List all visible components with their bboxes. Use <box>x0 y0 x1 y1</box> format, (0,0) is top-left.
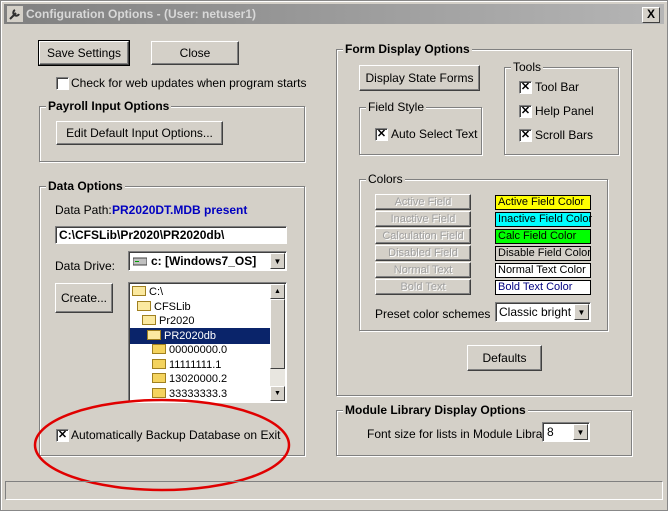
save-settings-button[interactable]: Save Settings <box>38 40 130 66</box>
module-library-title: Module Library Display Options <box>343 403 528 417</box>
field-style-title: Field Style <box>366 100 427 114</box>
directory-name: Pr2020 <box>159 315 195 327</box>
scroll-bars-checkbox[interactable]: ✕ <box>519 129 532 142</box>
title-bar[interactable]: Configuration Options - (User: netuser1)… <box>4 4 664 24</box>
folder-icon <box>137 300 151 311</box>
data-path-label: Data Path: <box>55 203 112 217</box>
scroll-up-icon[interactable]: ▲ <box>270 284 285 299</box>
color-button-inactive-field[interactable]: Inactive Field <box>375 211 471 227</box>
folder-icon <box>147 329 161 340</box>
preset-schemes-select[interactable]: Classic bright ▼ <box>495 302 591 322</box>
folder-icon <box>142 315 156 325</box>
color-button-normal-text[interactable]: Normal Text <box>375 262 471 278</box>
color-button-bold-text[interactable]: Bold Text <box>375 279 471 295</box>
data-drive-select[interactable]: c: [Windows7_OS] ▼ <box>128 251 287 271</box>
data-path-value: C:\CFSLib\Pr2020\PR2020db\ <box>59 228 225 242</box>
data-path-status: PR2020DT.MDB present <box>112 203 248 217</box>
directory-name: C:\ <box>149 286 164 298</box>
close-button[interactable]: Close <box>151 41 239 65</box>
data-options-title: Data Options <box>46 179 125 193</box>
auto-select-text-label: Auto Select Text <box>391 127 478 141</box>
color-button-disabled-field[interactable]: Disabled Field <box>375 245 471 261</box>
folder-icon <box>152 358 166 369</box>
color-swatch: Active Field Color <box>495 195 591 210</box>
folder-icon <box>152 344 166 354</box>
module-font-size-label: Font size for lists in Module Library <box>367 427 553 441</box>
folder-icon <box>132 286 146 296</box>
data-path-input[interactable]: C:\CFSLib\Pr2020\PR2020db\ <box>55 226 287 244</box>
module-font-size-value: 8 <box>547 425 554 439</box>
configuration-window: Configuration Options - (User: netuser1)… <box>0 0 668 511</box>
auto-select-text-checkbox[interactable]: ✕ <box>375 128 388 141</box>
color-button-calculation-field[interactable]: Calculation Field <box>375 228 471 244</box>
help-panel-label: Help Panel <box>535 104 594 118</box>
defaults-button[interactable]: Defaults <box>467 345 542 371</box>
create-button[interactable]: Create... <box>55 283 113 313</box>
status-bar <box>5 481 663 500</box>
chevron-down-icon[interactable]: ▼ <box>574 304 589 320</box>
color-swatch: Bold Text Color <box>495 280 591 295</box>
directory-list[interactable]: C:\ CFSLib Pr2020 PR2020db 00000000.0 1111111… <box>128 282 287 403</box>
edit-default-input-options-button[interactable]: Edit Default Input Options... <box>56 121 223 145</box>
module-font-size-select[interactable]: 8 ▼ <box>542 422 590 442</box>
directory-name: 11111111.1 <box>169 358 222 371</box>
tools-title: Tools <box>511 60 544 74</box>
data-drive-value: c: [Windows7_OS] <box>151 254 257 268</box>
data-drive-label: Data Drive: <box>55 259 116 273</box>
payroll-input-title: Payroll Input Options <box>46 99 172 113</box>
display-state-forms-button[interactable]: Display State Forms <box>359 65 480 91</box>
color-swatch: Normal Text Color <box>495 263 591 278</box>
color-button-active-field[interactable]: Active Field <box>375 194 471 210</box>
color-swatch: Calc Field Color <box>495 229 591 244</box>
colors-title: Colors <box>366 172 405 186</box>
check-updates-checkbox[interactable] <box>56 77 69 90</box>
check-updates-label: Check for web updates when program start… <box>71 76 307 90</box>
directory-name: CFSLib <box>154 300 191 313</box>
annotation-ellipse <box>33 398 291 492</box>
preset-schemes-label: Preset color schemes <box>375 307 491 321</box>
window-title: Configuration Options - (User: netuser1) <box>26 7 257 21</box>
wrench-icon <box>7 6 23 22</box>
color-swatch: Disable Field Color <box>495 246 591 261</box>
chevron-down-icon[interactable]: ▼ <box>573 424 588 440</box>
close-window-button[interactable]: X <box>642 7 660 23</box>
help-panel-checkbox[interactable]: ✕ <box>519 105 532 118</box>
scroll-bars-label: Scroll Bars <box>535 128 594 142</box>
scroll-thumb[interactable] <box>270 299 285 369</box>
directory-name: PR2020db <box>164 329 216 342</box>
directory-name: 13020000.2 <box>169 373 228 385</box>
folder-icon <box>152 373 166 383</box>
directory-scrollbar[interactable]: ▲ ▼ <box>270 284 285 401</box>
chevron-down-icon[interactable]: ▼ <box>270 253 285 269</box>
form-display-title: Form Display Options <box>343 42 472 56</box>
color-swatch: Inactive Field Color <box>495 212 592 227</box>
preset-schemes-value: Classic bright <box>499 305 572 319</box>
directory-name: 00000000.0 <box>169 344 228 356</box>
tool-bar-checkbox[interactable]: ✕ <box>519 81 532 94</box>
tool-bar-label: Tool Bar <box>535 80 580 94</box>
drive-icon <box>133 257 147 266</box>
